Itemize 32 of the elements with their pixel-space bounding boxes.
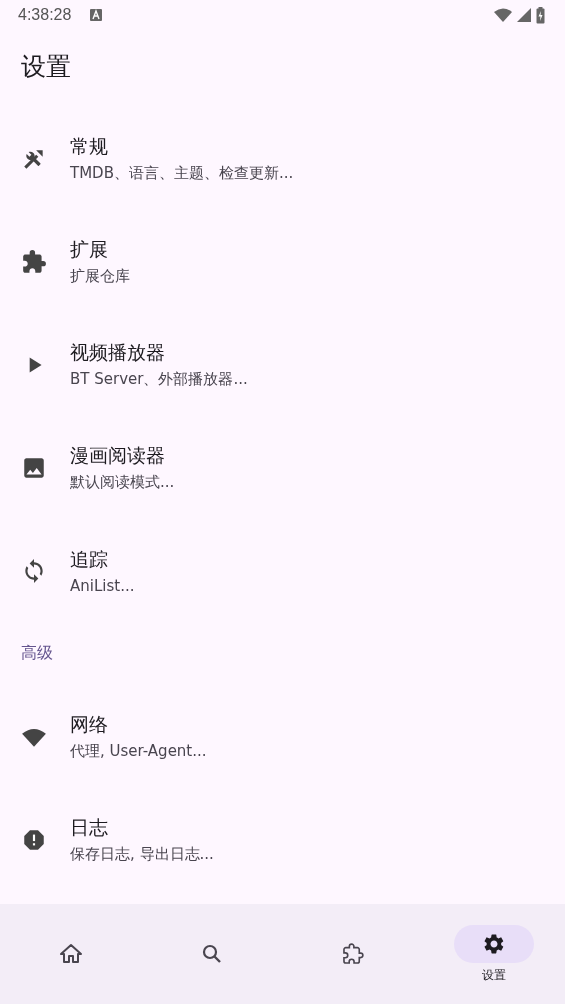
item-title: 网络 — [70, 712, 109, 737]
item-subtitle: 保存日志, 导出日志... — [70, 845, 214, 864]
item-subtitle: AniList... — [70, 576, 135, 595]
page-title: 设置 — [20, 51, 72, 83]
keyboard-icon — [90, 9, 103, 21]
item-title: 扩展 — [70, 237, 109, 262]
settings-item[interactable]: 漫画阅读器 默认阅读模式... — [0, 416, 565, 519]
item-subtitle: TMDB、语言、主题、检查更新... — [70, 164, 294, 183]
settings-item[interactable]: 日志 保存日志, 导出日志... — [0, 788, 565, 891]
settings-item[interactable]: 追踪 AniList... — [0, 519, 565, 622]
item-title: 常规 — [70, 134, 109, 159]
home-icon — [58, 942, 83, 966]
puzzle-icon — [341, 942, 366, 966]
item-title: 追踪 — [70, 546, 109, 572]
settings-item[interactable]: 网络 代理, User-Agent... — [0, 685, 565, 788]
item-subtitle: 扩展仓库 — [70, 267, 130, 286]
settings-item[interactable]: 视频播放器 BT Server、外部播放器... — [0, 313, 565, 416]
signal-icon — [517, 8, 531, 22]
status-time: 4:38:28 — [18, 6, 72, 24]
wifi-icon — [494, 8, 512, 22]
section-header: 高级 — [20, 642, 54, 664]
puzzle-icon — [21, 248, 47, 275]
item-title: 视频播放器 — [70, 340, 166, 365]
item-title: 日志 — [70, 815, 109, 840]
settings-item[interactable]: 常规 TMDB、语言、主题、检查更新... — [0, 107, 565, 210]
settings-item[interactable]: 扩展 扩展仓库 — [0, 210, 565, 313]
item-subtitle: 代理, User-Agent... — [70, 742, 207, 761]
battery-icon — [536, 6, 545, 24]
item-title: 漫画阅读器 — [70, 443, 166, 468]
item-subtitle: 默认阅读模式... — [70, 473, 175, 492]
nav-label: 设置 — [482, 966, 507, 984]
item-subtitle: BT Server、外部播放器... — [70, 370, 248, 389]
